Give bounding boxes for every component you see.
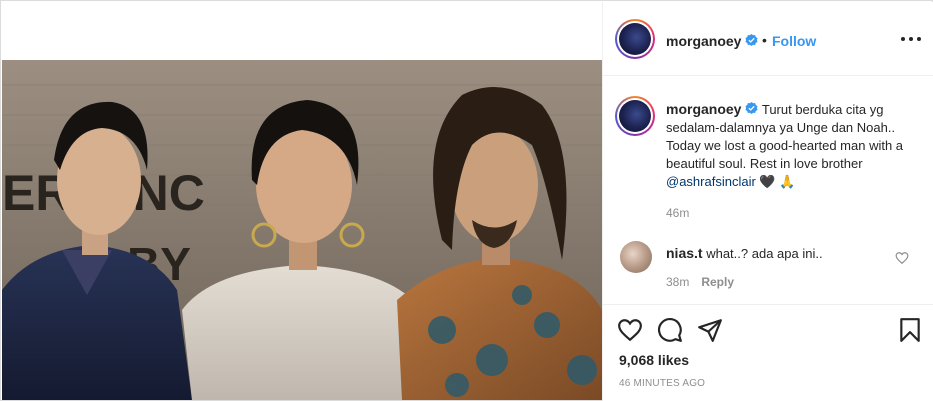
header-username-text[interactable]: morganoey bbox=[666, 33, 741, 49]
photo-top-blank bbox=[2, 2, 602, 60]
posted-time[interactable]: 46 MINUTES AGO bbox=[619, 378, 705, 389]
post-frame: ER VINC BY morganoey • Follow morganoey … bbox=[0, 0, 933, 401]
comment-username[interactable]: nias.t bbox=[666, 245, 703, 261]
caption-emoji: 🖤 🙏 bbox=[759, 174, 796, 189]
share-icon[interactable] bbox=[697, 317, 723, 343]
caption-story-ring[interactable] bbox=[615, 96, 655, 136]
header-separator: • bbox=[762, 32, 767, 48]
comment-like-heart-icon[interactable] bbox=[895, 251, 909, 265]
caption-username[interactable]: morganoey bbox=[666, 101, 741, 117]
verified-badge-icon bbox=[745, 34, 758, 47]
photo-illustration: ER VINC BY bbox=[2, 60, 602, 400]
post-header: morganoey • Follow bbox=[603, 2, 933, 76]
comment-meta: 38m Reply bbox=[666, 275, 734, 289]
avatar bbox=[619, 23, 651, 55]
comment-text: what..? ada apa ini.. bbox=[706, 246, 823, 261]
comment: nias.t what..? ada apa ini.. bbox=[666, 245, 823, 261]
comment-icon[interactable] bbox=[657, 317, 683, 343]
reply-button[interactable]: Reply bbox=[701, 275, 734, 289]
caption-verified-badge-icon bbox=[745, 102, 758, 115]
caption-timestamp[interactable]: 46m bbox=[666, 206, 689, 220]
caption-avatar bbox=[619, 100, 651, 132]
commenter-avatar[interactable] bbox=[620, 241, 652, 273]
heart-icon[interactable] bbox=[617, 317, 643, 343]
post-photo[interactable]: ER VINC BY bbox=[2, 60, 602, 400]
story-ring[interactable] bbox=[615, 19, 655, 59]
post-caption: morganoey Turut berduka cita yg sedalam-… bbox=[666, 100, 916, 191]
more-options-icon[interactable] bbox=[899, 30, 923, 46]
follow-button[interactable]: Follow bbox=[772, 33, 816, 49]
post-side-panel: morganoey • Follow morganoey Turut berdu… bbox=[602, 2, 933, 401]
post-actions: 9,068 likes 46 MINUTES AGO bbox=[603, 304, 933, 401]
caption-mention-link[interactable]: @ashrafsinclair bbox=[666, 174, 756, 189]
bookmark-icon[interactable] bbox=[897, 317, 923, 343]
header-username[interactable]: morganoey bbox=[666, 33, 758, 49]
comment-timestamp[interactable]: 38m bbox=[666, 275, 689, 289]
likes-count[interactable]: 9,068 likes bbox=[619, 352, 689, 368]
